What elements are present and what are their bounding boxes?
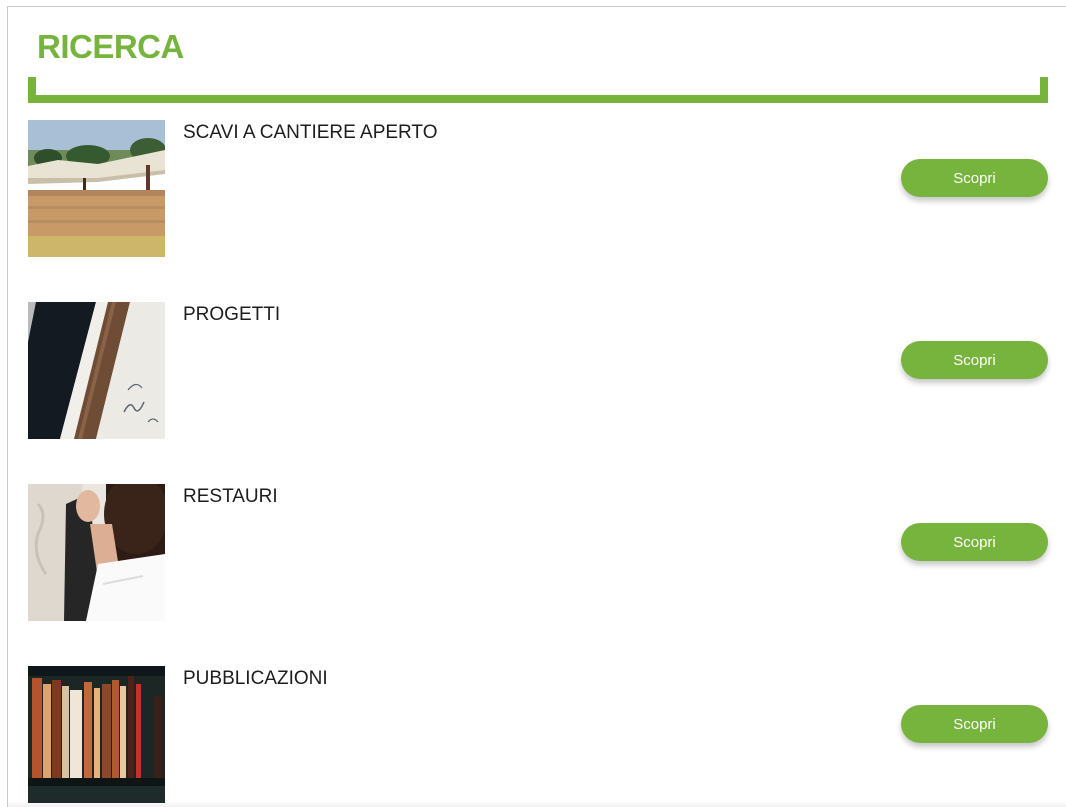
architectural-drawings-image[interactable]	[28, 302, 165, 439]
research-item-restauri: RESTAURI Scopri	[28, 484, 1048, 621]
research-item-pubblicazioni: PUBBLICAZIONI Scopri	[28, 666, 1048, 803]
item-title[interactable]: SCAVI A CANTIERE APERTO	[183, 121, 437, 145]
scopri-button[interactable]: Scopri	[901, 159, 1048, 197]
research-item-progetti: PROGETTI Scopri	[28, 302, 1048, 439]
research-item-scavi: SCAVI A CANTIERE APERTO Scopri	[28, 120, 1048, 257]
scopri-button[interactable]: Scopri	[901, 705, 1048, 743]
scopri-button[interactable]: Scopri	[901, 341, 1048, 379]
bookshelf-image[interactable]	[28, 666, 165, 803]
section-title: RICERCA	[37, 28, 184, 65]
research-section: RICERCA SCAVI A CANTIERE APERTO Scopri P…	[7, 6, 1066, 807]
excavation-site-image[interactable]	[28, 120, 165, 257]
bottom-edge-shadow	[8, 801, 1066, 807]
scopri-button[interactable]: Scopri	[901, 523, 1048, 561]
restoration-work-image[interactable]	[28, 484, 165, 621]
title-underline-bracket	[28, 77, 1048, 103]
item-title[interactable]: PROGETTI	[183, 303, 280, 327]
item-title[interactable]: PUBBLICAZIONI	[183, 667, 328, 691]
item-title[interactable]: RESTAURI	[183, 485, 278, 509]
